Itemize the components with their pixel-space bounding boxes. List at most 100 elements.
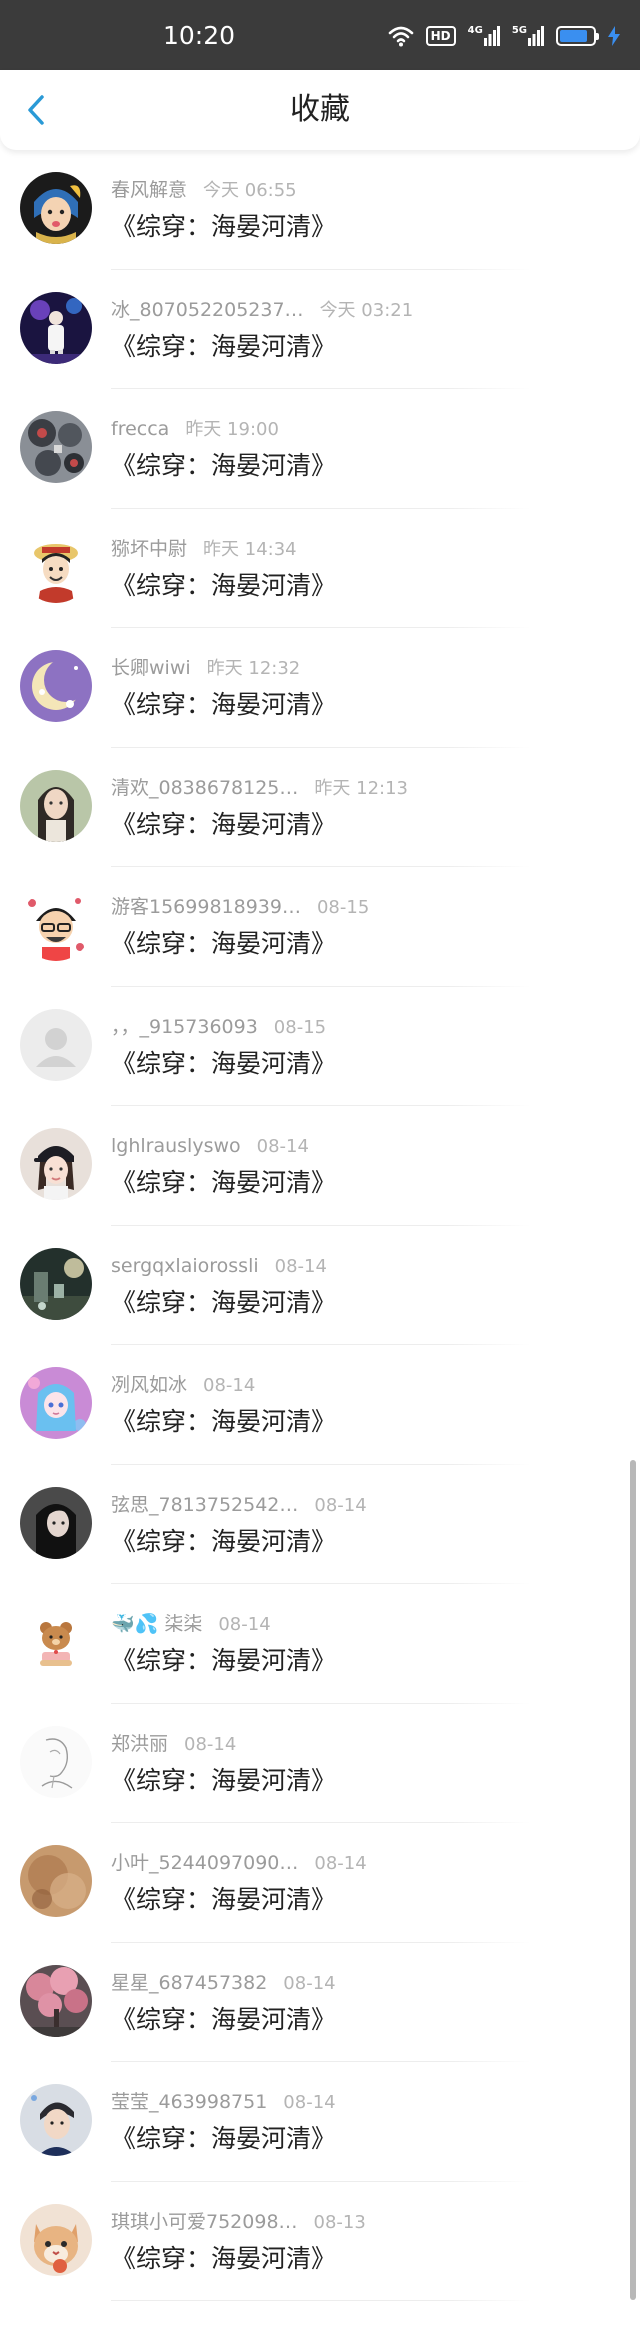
book-title[interactable]: 《综穿：海晏河清》 bbox=[111, 1766, 336, 1796]
avatar[interactable] bbox=[20, 2084, 92, 2156]
list-item[interactable]: 莹莹_463998751 08-14 《综穿：海晏河清》 bbox=[0, 2062, 640, 2182]
book-title[interactable]: 《综穿：海晏河清》 bbox=[111, 1885, 336, 1915]
username[interactable]: 莹莹_463998751 bbox=[111, 2091, 267, 2113]
username[interactable]: 清欢_0838678125… bbox=[111, 777, 298, 799]
wifi-icon bbox=[388, 26, 413, 47]
avatar[interactable] bbox=[20, 1247, 92, 1320]
username[interactable]: 星星_687457382 bbox=[111, 1972, 267, 1994]
list-item[interactable]: ，，_915736093 08-15 《综穿：海晏河清》 bbox=[0, 987, 640, 1106]
timestamp: 08-14 bbox=[283, 2092, 336, 2113]
book-title[interactable]: 《综穿：海晏河清》 bbox=[111, 1168, 336, 1198]
avatar[interactable] bbox=[20, 769, 92, 842]
username[interactable]: 弦思_7813752542… bbox=[111, 1494, 298, 1516]
list-item[interactable]: 猕坏中尉 昨天 14:34 《综穿：海晏河清》 bbox=[0, 509, 640, 628]
item-meta: sergqxlaiorossli 08-14 bbox=[111, 1254, 327, 1279]
avatar[interactable] bbox=[20, 1845, 92, 1917]
avatar[interactable] bbox=[20, 1367, 92, 1439]
status-icons: HD 4G 5G bbox=[388, 24, 620, 48]
book-title[interactable]: 《综穿：海晏河清》 bbox=[111, 451, 336, 481]
username[interactable]: 琪琪小可爱752098… bbox=[111, 2211, 298, 2233]
book-title[interactable]: 《综穿：海晏河清》 bbox=[111, 212, 336, 242]
username[interactable]: lghlrauslyswo bbox=[111, 1135, 241, 1157]
avatar[interactable] bbox=[20, 1964, 92, 2037]
username[interactable]: 长卿wiwi bbox=[111, 657, 191, 679]
book-title[interactable]: 《综穿：海晏河清》 bbox=[111, 332, 336, 362]
list-item[interactable]: 🐳💦 柒柒 08-14 《综穿：海晏河清》 bbox=[0, 1584, 640, 1704]
username[interactable]: 猕坏中尉 bbox=[111, 538, 187, 560]
avatar[interactable] bbox=[20, 1008, 92, 1081]
item-meta: 游客15699818939… 08-15 bbox=[111, 895, 369, 920]
page-title: 收藏 bbox=[290, 92, 350, 127]
hd-badge: HD bbox=[425, 26, 456, 46]
username[interactable]: ，，_915736093 bbox=[111, 1016, 258, 1038]
book-title[interactable]: 《综穿：海晏河清》 bbox=[111, 1288, 336, 1318]
book-title[interactable]: 《综穿：海晏河清》 bbox=[111, 929, 336, 959]
list-item[interactable]: frecca 昨天 19:00 《综穿：海晏河清》 bbox=[0, 389, 640, 509]
username[interactable]: 游客15699818939… bbox=[111, 896, 301, 918]
status-bar: 10:20 HD 4G 5G bbox=[0, 0, 640, 70]
avatar[interactable] bbox=[20, 1486, 92, 1559]
signal-5g-icon: 5G bbox=[512, 26, 544, 46]
list-item[interactable]: 清欢_0838678125… 昨天 12:13 《综穿：海晏河清》 bbox=[0, 748, 640, 867]
username[interactable]: 春风解意 bbox=[111, 179, 187, 201]
list-item[interactable]: 春风解意 今天 06:55 《综穿：海晏河清》 bbox=[0, 150, 640, 270]
avatar[interactable] bbox=[20, 2203, 92, 2276]
book-title[interactable]: 《综穿：海晏河清》 bbox=[111, 690, 336, 720]
username[interactable]: 郑洪丽 bbox=[111, 1733, 168, 1755]
item-meta: 小叶_5244097090… 08-14 bbox=[111, 1851, 367, 1876]
avatar[interactable] bbox=[20, 650, 92, 722]
book-title[interactable]: 《综穿：海晏河清》 bbox=[111, 1646, 336, 1676]
timestamp: 08-15 bbox=[316, 897, 370, 918]
list-item[interactable]: 冰_807052205237… 今天 03:21 《综穿：海晏河清》 bbox=[0, 270, 640, 389]
list-item[interactable]: 琪琪小可爱752098… 08-13 《综穿：海晏河清》 bbox=[0, 2182, 640, 2301]
username[interactable]: sergqxlaiorossli bbox=[111, 1255, 259, 1277]
timestamp: 08-14 bbox=[314, 1494, 367, 1516]
list-item[interactable]: 冽风如冰 08-14 《综穿：海晏河清》 bbox=[0, 1345, 640, 1465]
username[interactable]: 冰_807052205237… bbox=[111, 299, 304, 321]
timestamp: 08-14 bbox=[218, 1614, 271, 1635]
list-item[interactable]: 郑洪丽 08-14 《综穿：海晏河清》 bbox=[0, 1704, 640, 1823]
book-title[interactable]: 《综穿：海晏河清》 bbox=[111, 1049, 336, 1079]
book-title[interactable]: 《综穿：海晏河清》 bbox=[111, 2124, 336, 2154]
avatar[interactable] bbox=[20, 889, 92, 961]
timestamp: 08-14 bbox=[283, 1972, 336, 1994]
avatar[interactable] bbox=[20, 1606, 92, 1678]
item-meta: 春风解意 今天 06:55 bbox=[111, 178, 297, 203]
book-title[interactable]: 《综穿：海晏河清》 bbox=[111, 571, 336, 601]
username[interactable]: 🐳💦 柒柒 bbox=[111, 1613, 202, 1635]
divider bbox=[111, 2300, 531, 2301]
timestamp: 08-14 bbox=[314, 1853, 367, 1874]
timestamp: 昨天 12:13 bbox=[314, 777, 408, 799]
avatar[interactable] bbox=[20, 1725, 92, 1798]
list-item[interactable]: lghlrauslyswo 08-14 《综穿：海晏河清》 bbox=[0, 1106, 640, 1226]
book-title[interactable]: 《综穿：海晏河清》 bbox=[111, 2005, 336, 2035]
list-item[interactable]: 游客15699818939… 08-15 《综穿：海晏河清》 bbox=[0, 867, 640, 987]
book-title[interactable]: 《综穿：海晏河清》 bbox=[111, 1527, 336, 1557]
list-item[interactable]: 小叶_5244097090… 08-14 《综穿：海晏河清》 bbox=[0, 1823, 640, 1943]
avatar[interactable] bbox=[20, 291, 92, 364]
username[interactable]: frecca bbox=[111, 418, 169, 440]
book-title[interactable]: 《综穿：海晏河清》 bbox=[111, 2244, 336, 2274]
book-title[interactable]: 《综穿：海晏河清》 bbox=[111, 1407, 336, 1437]
list-item[interactable]: 弦思_7813752542… 08-14 《综穿：海晏河清》 bbox=[0, 1465, 640, 1584]
scrollbar[interactable] bbox=[630, 1460, 636, 2300]
favorites-list: 春风解意 今天 06:55 《综穿：海晏河清》 冰_807052205237… 今天 0… bbox=[0, 150, 640, 2301]
timestamp: 今天 06:55 bbox=[203, 180, 297, 201]
status-time: 10:20 bbox=[163, 21, 236, 50]
list-item[interactable]: 长卿wiwi 昨天 12:32 《综穿：海晏河清》 bbox=[0, 628, 640, 748]
list-item[interactable]: sergqxlaiorossli 08-14 《综穿：海晏河清》 bbox=[0, 1226, 640, 1345]
list-item[interactable]: 星星_687457382 08-14 《综穿：海晏河清》 bbox=[0, 1943, 640, 2062]
timestamp: 昨天 19:00 bbox=[185, 419, 279, 440]
book-title[interactable]: 《综穿：海晏河清》 bbox=[111, 810, 336, 840]
battery-level bbox=[560, 30, 587, 42]
avatar[interactable] bbox=[20, 1128, 92, 1200]
avatar[interactable] bbox=[20, 530, 92, 603]
username[interactable]: 小叶_5244097090… bbox=[111, 1852, 298, 1874]
avatar[interactable] bbox=[20, 411, 92, 483]
username[interactable]: 冽风如冰 bbox=[111, 1374, 187, 1396]
timestamp: 今天 03:21 bbox=[319, 299, 414, 321]
timestamp: 08-14 bbox=[256, 1136, 309, 1157]
timestamp: 08-15 bbox=[273, 1016, 327, 1038]
avatar[interactable] bbox=[20, 172, 92, 244]
item-meta: 冰_807052205237… 今天 03:21 bbox=[111, 298, 413, 323]
